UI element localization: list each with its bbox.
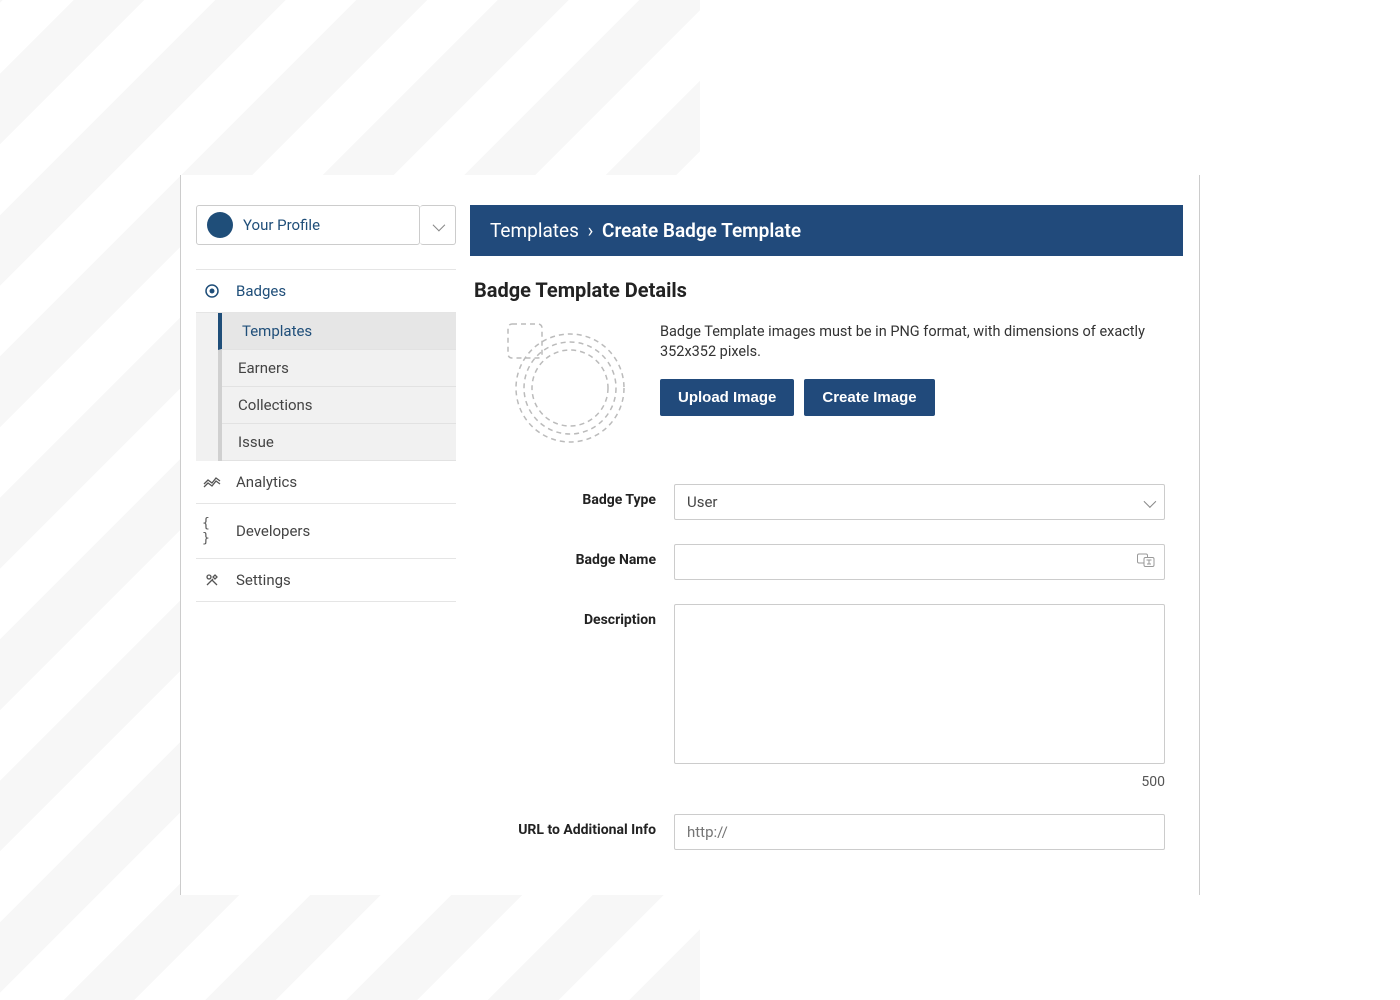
sidebar-subitem-label: Collections (238, 396, 313, 414)
section-title: Badge Template Details (474, 278, 1165, 302)
badge-type-value: User (687, 493, 718, 511)
url-input[interactable] (674, 814, 1165, 850)
url-label: URL to Additional Info (474, 814, 674, 838)
profile-dropdown-toggle[interactable] (420, 205, 456, 245)
description-textarea[interactable] (674, 604, 1165, 764)
sidebar-item-label: Developers (236, 522, 310, 540)
upload-image-button[interactable]: Upload Image (660, 379, 794, 416)
sidebar-item-badges[interactable]: Badges (196, 270, 456, 313)
code-braces-icon: { } (202, 516, 222, 546)
badge-target-icon (202, 283, 222, 299)
badge-type-label: Badge Type (474, 484, 674, 508)
description-label: Description (474, 604, 674, 628)
description-char-count: 500 (674, 774, 1165, 790)
sidebar-subnav-badges: Templates Earners Collections Issue (196, 313, 456, 461)
sidebar-item-developers[interactable]: { } Developers (196, 504, 456, 559)
breadcrumb: Templates › Create Badge Template (470, 205, 1183, 256)
sidebar-subitem-earners[interactable]: Earners (222, 350, 456, 387)
breadcrumb-current: Create Badge Template (602, 219, 801, 242)
sidebar: Your Profile Badges Template (196, 205, 456, 874)
sidebar-nav: Badges Templates Earners Collections (196, 269, 456, 602)
chevron-down-icon (433, 216, 442, 235)
sidebar-item-label: Settings (236, 571, 291, 589)
badge-type-select[interactable]: User (674, 484, 1165, 520)
sidebar-subitem-templates[interactable]: Templates (218, 313, 456, 350)
avatar (207, 212, 233, 238)
app-window: Your Profile Badges Template (180, 175, 1200, 895)
sidebar-subitem-collections[interactable]: Collections (222, 387, 456, 424)
sidebar-subitem-label: Earners (238, 359, 289, 377)
profile-label: Your Profile (243, 216, 320, 234)
profile-selector[interactable]: Your Profile (196, 205, 420, 245)
sidebar-subitem-label: Issue (238, 433, 274, 451)
create-image-button[interactable]: Create Image (804, 379, 934, 416)
badge-name-input[interactable] (674, 544, 1165, 580)
breadcrumb-separator: › (588, 219, 594, 242)
sidebar-subitem-issue[interactable]: Issue (222, 424, 456, 461)
image-hint-text: Badge Template images must be in PNG for… (660, 322, 1165, 363)
sidebar-item-label: Badges (236, 282, 286, 300)
sidebar-subitem-label: Templates (242, 322, 312, 340)
main-content: Templates › Create Badge Template Badge … (470, 205, 1199, 874)
translate-icon[interactable] (1137, 553, 1155, 572)
tools-icon (202, 572, 222, 588)
badge-image-placeholder[interactable] (506, 322, 634, 450)
breadcrumb-parent[interactable]: Templates (490, 219, 579, 242)
analytics-icon (202, 475, 222, 489)
badge-name-label: Badge Name (474, 544, 674, 568)
sidebar-item-label: Analytics (236, 473, 297, 491)
sidebar-item-settings[interactable]: Settings (196, 559, 456, 602)
sidebar-item-analytics[interactable]: Analytics (196, 461, 456, 504)
